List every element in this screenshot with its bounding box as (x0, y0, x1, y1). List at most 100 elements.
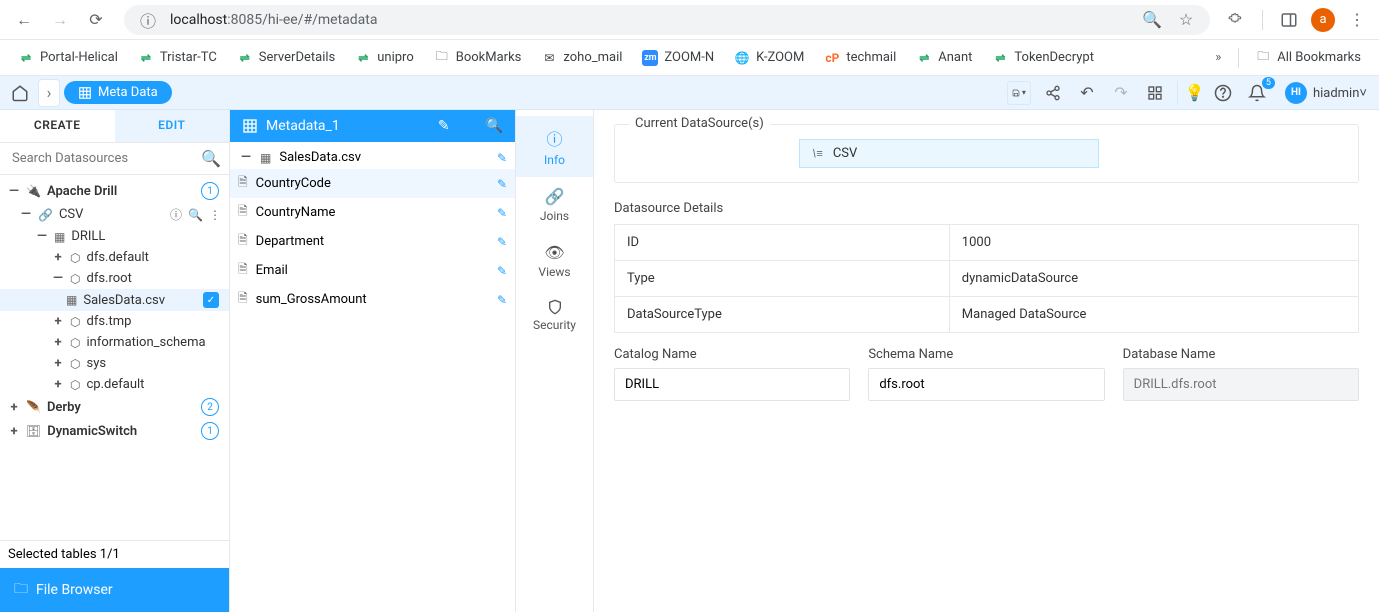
bookmark-portal-helical[interactable]: ⇌Portal-Helical (10, 46, 126, 70)
tab-edit[interactable]: EDIT (115, 110, 230, 142)
tree-derby[interactable]: + 🪶 Derby 2 (0, 395, 229, 419)
file-browser-button[interactable]: 🗀 File Browser (0, 568, 229, 612)
more-icon[interactable]: ⋮ (209, 208, 221, 222)
grid-icon[interactable] (1143, 81, 1167, 105)
notification-icon[interactable]: 5 (1245, 81, 1269, 105)
forward-button[interactable]: → (46, 6, 74, 34)
save-dropdown-icon[interactable]: ▾ (1007, 81, 1031, 105)
bookmark-unipro[interactable]: ⇌unipro (347, 46, 422, 70)
datasource-chip[interactable]: \≡ CSV (799, 139, 1099, 168)
tab-label: Meta Data (98, 85, 158, 100)
notification-count: 5 (1262, 77, 1275, 89)
current-datasources-fieldset: Current DataSource(s) \≡ CSV (614, 124, 1359, 183)
field-countryname[interactable]: 🗎 CountryName ✎ (230, 198, 515, 227)
all-bookmarks[interactable]: 🗀All Bookmarks (1247, 46, 1369, 70)
tree-dfs-default[interactable]: + ⬡ dfs.default (0, 247, 229, 268)
expand-icon[interactable]: + (50, 314, 66, 329)
kebab-icon[interactable]: ⋮ (1345, 8, 1369, 32)
home-icon[interactable] (6, 79, 34, 107)
edit-icon[interactable]: ✎ (497, 264, 507, 278)
field-department[interactable]: 🗎 Department ✎ (230, 227, 515, 256)
tree-dynamic-switch[interactable]: + 🗄 DynamicSwitch 1 (0, 419, 229, 443)
nav-views[interactable]: 👁 Views (516, 233, 593, 289)
catalog-input[interactable] (614, 368, 850, 401)
info-icon[interactable]: ⓘ (170, 206, 182, 223)
db-icon: 🪶 (26, 400, 41, 414)
back-button[interactable]: ← (10, 6, 38, 34)
collapse-icon[interactable]: — (18, 207, 34, 222)
bookmark-serverdetails[interactable]: ⇌ServerDetails (229, 46, 343, 70)
bookmarks-overflow-icon[interactable]: » (1206, 46, 1230, 70)
tree-sys[interactable]: + ⬡ sys (0, 353, 229, 374)
lightbulb-icon[interactable]: 💡 (1177, 81, 1201, 105)
bookmark-tristar-tc[interactable]: ⇌Tristar-TC (130, 46, 225, 70)
edit-icon[interactable]: ✎ (497, 177, 507, 191)
search-fields-icon[interactable]: 🔍 (486, 118, 503, 134)
redo-icon[interactable]: ↷ (1109, 81, 1133, 105)
undo-icon[interactable]: ↶ (1075, 81, 1099, 105)
collapse-icon[interactable]: — (6, 184, 22, 199)
details-table: ID 1000 Type dynamicDataSource DataSourc… (614, 224, 1359, 333)
collapse-icon[interactable]: — (238, 150, 254, 165)
tree-apache-drill[interactable]: — 🔌 Apache Drill 1 (0, 179, 229, 203)
star-icon[interactable]: ☆ (1174, 8, 1198, 32)
datasource-tree: — 🔌 Apache Drill 1 — 🔗 CSV ⓘ 🔍 ⋮ — ▦ DRI… (0, 175, 229, 540)
edit-icon[interactable]: ✎ (497, 293, 507, 307)
detail-row-type: Type dynamicDataSource (615, 261, 1359, 297)
profile-avatar[interactable]: a (1311, 8, 1335, 32)
tree-information-schema[interactable]: + ⬡ information_schema (0, 332, 229, 353)
field-countrycode[interactable]: 🗎 CountryCode ✎ (230, 169, 515, 198)
schema-input[interactable] (868, 368, 1104, 401)
bookmark-bookmarks[interactable]: 🗀BookMarks (426, 46, 530, 70)
tree-dfs-root[interactable]: — ⬡ dfs.root (0, 268, 229, 289)
checked-icon[interactable]: ✓ (203, 292, 219, 308)
user-menu[interactable]: HI hiadmin˅ (1285, 82, 1367, 104)
expand-icon[interactable]: + (6, 400, 22, 415)
count-badge: 1 (201, 422, 219, 440)
search-icon[interactable]: 🔍 (188, 208, 203, 222)
tree-dfs-tmp[interactable]: + ⬡ dfs.tmp (0, 311, 229, 332)
edit-icon[interactable]: ✎ (497, 235, 507, 249)
share-icon[interactable] (1041, 81, 1065, 105)
tab-create[interactable]: CREATE (0, 110, 115, 142)
search-icon[interactable]: 🔍 (201, 149, 221, 168)
nav-security[interactable]: Security (516, 289, 593, 342)
bookmark-techmail[interactable]: cPtechmail (816, 46, 904, 70)
url-bar[interactable]: ⓘ localhost:8085/hi-ee/#/metadata 🔍 ☆ (124, 5, 1210, 35)
datasource-panel: CREATE EDIT 🔍 — 🔌 Apache Drill 1 — 🔗 CSV… (0, 110, 230, 612)
expand-icon[interactable]: + (50, 356, 66, 371)
bookmark-zoho-mail[interactable]: ✉zoho_mail (533, 46, 630, 70)
nav-joins[interactable]: 🔗 Joins (516, 177, 593, 233)
expand-icon[interactable]: + (50, 377, 66, 392)
bookmark-zoom-n[interactable]: zmZOOM-N (634, 46, 722, 70)
edit-icon[interactable]: ✎ (497, 206, 507, 220)
breadcrumb-chevron[interactable]: › (38, 79, 60, 107)
zoom-icon[interactable]: 🔍 (1140, 8, 1164, 32)
bookmark-anant[interactable]: ⇌Anant (908, 46, 980, 70)
expand-icon[interactable]: + (50, 335, 66, 350)
field-email[interactable]: 🗎 Email ✎ (230, 256, 515, 285)
collapse-icon[interactable]: — (50, 271, 66, 286)
site-info-icon[interactable]: ⓘ (136, 8, 160, 32)
help-icon[interactable] (1211, 81, 1235, 105)
edit-icon[interactable]: ✎ (497, 151, 507, 165)
bookmark-tokendecrypt[interactable]: ⇌TokenDecrypt (984, 46, 1102, 70)
field-grossamount[interactable]: 🗎 sum_GrossAmount ✎ (230, 285, 515, 314)
nav-info[interactable]: ⓘ Info (516, 116, 593, 177)
bookmark-k-zoom[interactable]: 🌐K-ZOOM (726, 46, 812, 70)
panel-icon[interactable] (1277, 8, 1301, 32)
field-table-salesdata[interactable]: — ▦ SalesData.csv ✎ (230, 146, 515, 169)
reload-button[interactable]: ⟳ (82, 6, 110, 34)
csv-icon: \≡ (812, 147, 823, 160)
tree-drill[interactable]: — ▦ DRILL (0, 226, 229, 247)
expand-icon[interactable]: + (50, 250, 66, 265)
edit-title-icon[interactable]: ✎ (438, 118, 450, 134)
tree-csv[interactable]: — 🔗 CSV ⓘ 🔍 ⋮ (0, 203, 229, 226)
search-datasources-input[interactable] (8, 147, 201, 170)
tree-salesdata-csv[interactable]: ▦ SalesData.csv ✓ (0, 289, 229, 311)
expand-icon[interactable]: + (6, 424, 22, 439)
extensions-icon[interactable] (1224, 8, 1248, 32)
metadata-tab-pill[interactable]: Meta Data (64, 81, 172, 104)
tree-cp-default[interactable]: + ⬡ cp.default (0, 374, 229, 395)
collapse-icon[interactable]: — (34, 229, 50, 244)
